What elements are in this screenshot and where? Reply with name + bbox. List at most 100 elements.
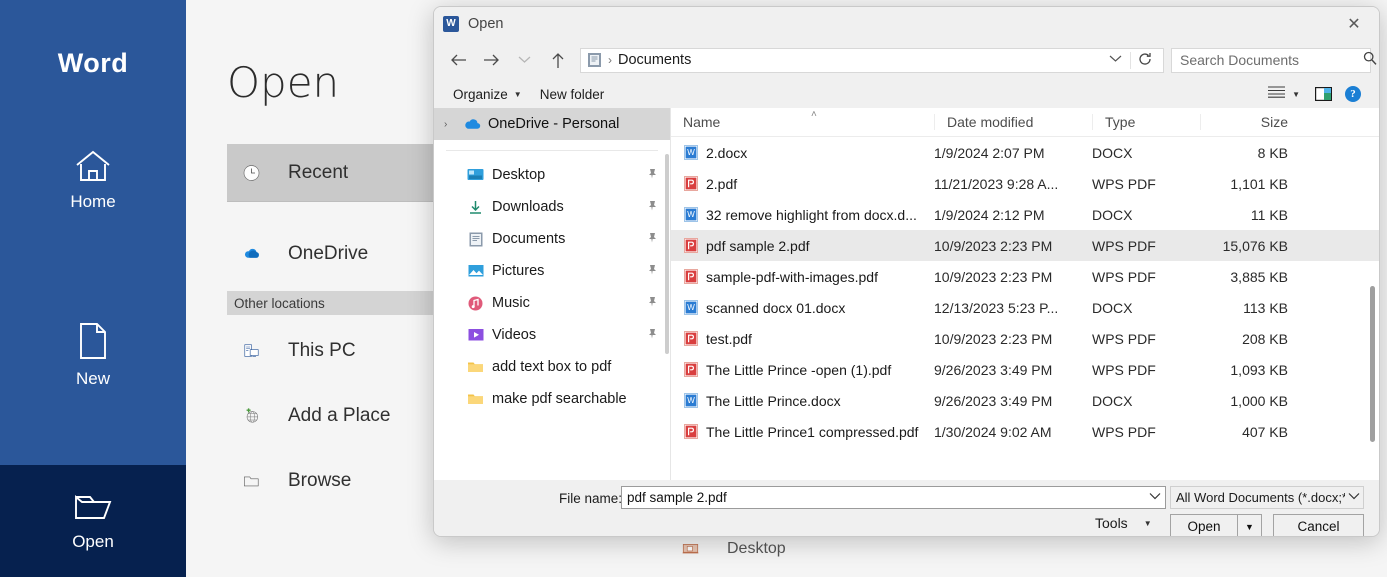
table-row[interactable]: W32 remove highlight from docx.d...1/9/2… (671, 199, 1379, 230)
recent-locations-chevron-down-icon[interactable] (508, 45, 541, 75)
downloads-icon (467, 199, 484, 216)
up-arrow-icon[interactable] (541, 45, 574, 75)
open-dropdown-chevron-down-icon[interactable]: ▼ (1237, 515, 1261, 537)
tree-item-folder-add-text-box-to-pdf[interactable]: add text box to pdf (434, 351, 670, 383)
table-row[interactable]: The Little Prince -open (1).pdf9/26/2023… (671, 354, 1379, 385)
table-row[interactable]: Wscanned docx 01.docx12/13/2023 5:23 P..… (671, 292, 1379, 323)
chevron-down-icon: ▼ (514, 90, 522, 99)
pin-icon[interactable] (647, 328, 658, 342)
close-icon[interactable]: ✕ (1333, 9, 1375, 39)
open-button-label: Open (1171, 519, 1237, 534)
file-size-cell: 15,076 KB (1200, 238, 1300, 254)
column-header-name[interactable]: Name (671, 114, 934, 130)
file-type-filter-chevron-down-icon[interactable] (1345, 492, 1363, 503)
tree-item-desktop[interactable]: Desktop (434, 159, 670, 191)
pin-icon[interactable] (647, 168, 658, 182)
rail-item-new-label: New (76, 369, 110, 389)
forward-arrow-icon[interactable] (475, 45, 508, 75)
pin-icon[interactable] (647, 264, 658, 278)
pin-icon[interactable] (647, 296, 658, 310)
open-folder-icon (72, 491, 114, 523)
open-file-dialog: W Open ✕ › Documents (433, 6, 1380, 537)
breadcrumb-documents[interactable]: Documents (618, 52, 691, 68)
table-row[interactable]: WThe Little Prince.docx9/26/2023 3:49 PM… (671, 385, 1379, 416)
tree-item-pictures-label: Pictures (492, 263, 544, 279)
pdf-file-icon (682, 330, 699, 347)
file-list-header: ˄ Name Date modified Type Size (671, 108, 1379, 137)
rail-item-new[interactable]: New (0, 296, 186, 414)
organize-label: Organize (453, 87, 508, 102)
documents-icon (467, 231, 484, 248)
file-type-cell: DOCX (1092, 207, 1200, 223)
tree-item-folder-label: add text box to pdf (492, 359, 611, 375)
table-row[interactable]: The Little Prince1 compressed.pdf1/30/20… (671, 416, 1379, 447)
table-row[interactable]: W2.docx1/9/2024 2:07 PMDOCX8 KB (671, 137, 1379, 168)
pdf-file-icon (682, 237, 699, 254)
tree-item-documents[interactable]: Documents (434, 223, 670, 255)
pdf-file-icon (682, 423, 699, 440)
file-type-filter-combobox[interactable]: All Word Documents (*.docx;*.‹ (1170, 486, 1364, 509)
file-name-text: The Little Prince.docx (706, 393, 841, 409)
file-name-cell: Wscanned docx 01.docx (671, 299, 934, 316)
chevron-right-icon[interactable]: › (444, 119, 457, 130)
navigation-pane-scrollbar[interactable] (665, 154, 669, 354)
file-name-cell: test.pdf (671, 330, 934, 347)
file-size-cell: 1,093 KB (1200, 362, 1300, 378)
rail-item-home-label: Home (70, 192, 115, 212)
preview-pane-button[interactable] (1306, 87, 1341, 101)
column-header-type[interactable]: Type (1092, 114, 1200, 130)
tree-item-pictures[interactable]: Pictures (434, 255, 670, 287)
add-a-place-icon (243, 408, 260, 425)
address-bar[interactable]: › Documents (580, 48, 1164, 73)
tree-item-videos[interactable]: Videos (434, 319, 670, 351)
table-row[interactable]: pdf sample 2.pdf10/9/2023 2:23 PMWPS PDF… (671, 230, 1379, 261)
file-name-combobox[interactable] (621, 486, 1166, 509)
column-header-date-modified[interactable]: Date modified (934, 114, 1092, 130)
dialog-command-bar: Organize ▼ New folder ▼ ? (434, 80, 1379, 108)
pin-icon[interactable] (647, 200, 658, 214)
file-size-cell: 3,885 KB (1200, 269, 1300, 285)
file-name-input[interactable] (622, 490, 1145, 505)
organize-button[interactable]: Organize ▼ (444, 87, 531, 102)
browse-folder-icon (243, 473, 260, 490)
table-row[interactable]: test.pdf10/9/2023 2:23 PMWPS PDF208 KB (671, 323, 1379, 354)
open-button[interactable]: Open ▼ (1170, 514, 1262, 537)
cancel-button[interactable]: Cancel (1273, 514, 1364, 537)
docx-file-icon: W (682, 392, 699, 409)
tree-item-onedrive-personal[interactable]: › OneDrive - Personal (434, 108, 670, 140)
back-arrow-icon[interactable] (442, 45, 475, 75)
search-icon[interactable] (1363, 51, 1377, 70)
app-brand: Word (0, 48, 186, 79)
rail-item-home[interactable]: Home (0, 121, 186, 239)
new-folder-button[interactable]: New folder (531, 87, 614, 102)
place-recent-label: Recent (288, 162, 348, 184)
help-icon[interactable]: ? (1345, 86, 1361, 102)
search-input[interactable] (1178, 51, 1363, 69)
refresh-icon[interactable] (1130, 52, 1159, 69)
tree-item-downloads[interactable]: Downloads (434, 191, 670, 223)
column-header-size[interactable]: Size (1200, 114, 1300, 130)
file-list-scrollbar[interactable] (1370, 286, 1375, 442)
table-row[interactable]: 2.pdf11/21/2023 9:28 A...WPS PDF1,101 KB (671, 168, 1379, 199)
file-type-filter-value: All Word Documents (*.docx;*.‹ (1171, 490, 1345, 505)
dialog-title: Open (468, 16, 1333, 32)
list-view-icon (1268, 85, 1285, 103)
chevron-down-icon: ▼ (1144, 519, 1152, 528)
pin-icon[interactable] (647, 232, 658, 246)
file-name-chevron-down-icon[interactable] (1145, 492, 1165, 503)
tree-item-folder-make-pdf-searchable[interactable]: make pdf searchable (434, 383, 670, 415)
file-name-text: 2.docx (706, 145, 747, 161)
tree-item-onedrive-label: OneDrive - Personal (488, 116, 619, 132)
tree-item-music[interactable]: Music (434, 287, 670, 319)
breadcrumb[interactable]: › Documents (587, 52, 1101, 68)
table-row[interactable]: sample-pdf-with-images.pdf10/9/2023 2:23… (671, 261, 1379, 292)
rail-item-open[interactable]: Open (0, 465, 186, 577)
tools-button[interactable]: Tools ▼ (1095, 515, 1152, 531)
file-name-cell: W The Little Prince.docx (671, 392, 934, 409)
view-options-button[interactable]: ▼ (1262, 85, 1306, 103)
address-dropdown-chevron-down-icon[interactable] (1101, 54, 1130, 66)
file-size-cell: 1,000 KB (1200, 393, 1300, 409)
tree-item-folder-label: make pdf searchable (492, 391, 627, 407)
tree-item-downloads-label: Downloads (492, 199, 564, 215)
search-box[interactable] (1171, 48, 1371, 73)
